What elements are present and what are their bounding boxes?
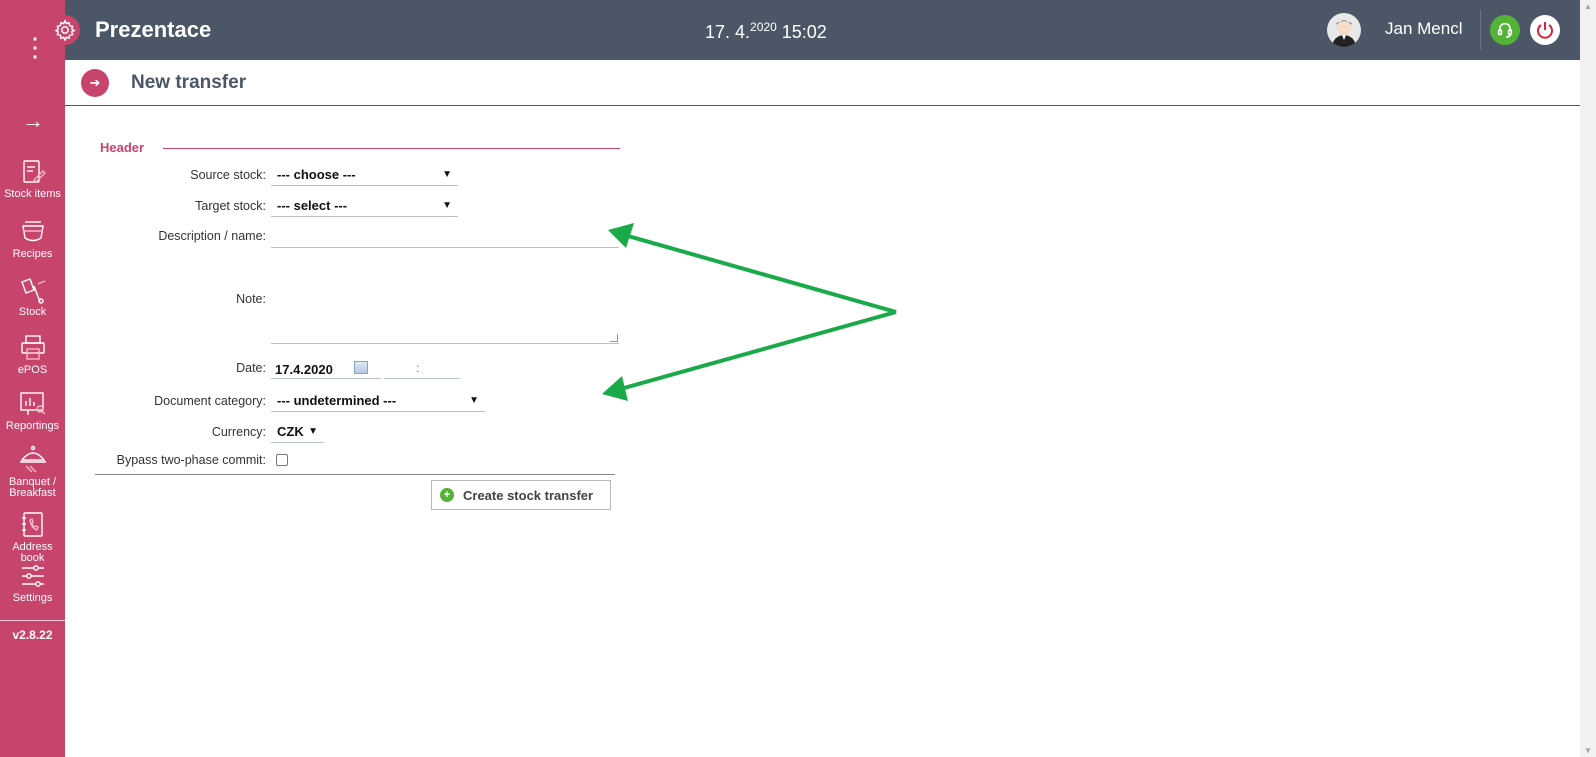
create-stock-transfer-label: Create stock transfer	[463, 487, 594, 503]
sidebar-item-label: Banquet / Breakfast	[8, 476, 57, 499]
annotation-arrows	[602, 223, 897, 401]
version-label: v2.8.22	[12, 628, 53, 642]
sidebar-item-label: Address book	[12, 541, 53, 564]
topbar-divider	[1480, 10, 1481, 50]
recipes-icon	[21, 221, 44, 242]
note-label: Note:	[236, 292, 266, 306]
current-time: 15:02	[781, 22, 827, 42]
sidebar: ⋮ → Stock items Recipes Stock ePOS Repor…	[0, 0, 65, 757]
date-label: Date:	[236, 361, 266, 375]
current-date-day: 17. 4.	[705, 22, 751, 42]
scroll-up-icon[interactable]: ▲	[1584, 2, 1592, 11]
scroll-down-icon[interactable]: ▼	[1584, 746, 1592, 755]
chevron-down-icon: ▼	[308, 426, 318, 437]
sidebar-item-label: Settings	[12, 592, 53, 604]
stock-icon	[20, 278, 45, 304]
current-datetime: 17. 4.2020 15:02	[705, 20, 827, 43]
sidebar-divider	[0, 620, 65, 621]
reportings-icon	[19, 392, 45, 415]
section-title: Header	[100, 140, 145, 155]
chevron-down-icon: ▼	[469, 395, 479, 406]
sidebar-item-label: Stock items	[4, 188, 61, 200]
chevron-down-icon: ▼	[442, 169, 452, 180]
sidebar-item-epos[interactable]: ePOS	[0, 334, 65, 376]
target-stock-value: --- select ---	[277, 198, 348, 213]
create-stock-transfer-button[interactable]: + Create stock transfer	[431, 480, 611, 510]
currency-select[interactable]: CZK ▼	[271, 421, 324, 443]
sidebar-item-recipes[interactable]: Recipes	[0, 218, 65, 260]
target-stock-label: Target stock:	[195, 199, 266, 213]
source-stock-value: --- choose ---	[277, 167, 356, 182]
arrow-right-circle-icon[interactable]: ➔	[81, 69, 109, 97]
source-stock-label: Source stock:	[190, 168, 266, 182]
address-book-icon	[21, 512, 43, 537]
stock-items-icon	[22, 160, 46, 183]
section-divider	[163, 148, 620, 149]
document-category-value: --- undetermined ---	[277, 393, 397, 408]
currency-label: Currency:	[211, 425, 266, 439]
description-input[interactable]	[271, 226, 619, 248]
sidebar-item-address-book[interactable]: Address book	[0, 511, 65, 564]
annotation-arrow-line	[627, 234, 897, 314]
currency-value: CZK	[277, 424, 304, 439]
user-name[interactable]: Jan Mencl	[1385, 19, 1462, 39]
sidebar-item-stock-items[interactable]: Stock items	[0, 158, 65, 200]
page-scrollbar[interactable]: ▲ ▼	[1580, 0, 1596, 757]
support-headset-icon[interactable]	[1490, 15, 1520, 45]
resize-handle-icon[interactable]	[610, 334, 618, 342]
plus-circle-icon: +	[440, 488, 454, 502]
sliders-icon	[21, 565, 44, 587]
current-date-year: 2020	[750, 20, 777, 34]
sidebar-item-stock[interactable]: Stock	[0, 276, 65, 318]
page-header: ➔ New transfer	[65, 60, 1580, 106]
settings-gear-icon[interactable]	[50, 15, 80, 45]
form-divider	[95, 474, 615, 475]
sidebar-item-banquet[interactable]: Banquet / Breakfast	[0, 444, 65, 499]
target-stock-select[interactable]: --- select --- ▼	[271, 195, 458, 217]
new-transfer-form: Header Source stock: --- choose --- ▼ Ta…	[95, 130, 625, 530]
source-stock-select[interactable]: --- choose --- ▼	[271, 164, 458, 186]
time-input[interactable]	[384, 357, 460, 379]
expand-sidebar-icon[interactable]: →	[18, 108, 48, 134]
sidebar-item-label: Reportings	[5, 420, 60, 432]
time-separator: :	[416, 361, 420, 375]
note-textarea[interactable]	[271, 278, 619, 344]
cloche-icon	[19, 445, 46, 473]
chevron-down-icon: ▼	[442, 200, 452, 211]
description-label: Description / name:	[158, 229, 266, 243]
sidebar-item-settings[interactable]: Settings	[0, 562, 65, 604]
bypass-commit-checkbox[interactable]	[276, 454, 288, 466]
sidebar-item-reportings[interactable]: Reportings	[0, 390, 65, 432]
more-menu-icon[interactable]: ⋮	[22, 34, 48, 60]
sidebar-item-label: Recipes	[12, 248, 53, 260]
printer-icon	[20, 335, 45, 360]
date-value: 17.4.2020	[275, 362, 333, 377]
avatar[interactable]	[1327, 13, 1361, 47]
sidebar-item-label: Stock	[18, 306, 47, 318]
app-title: Prezentace	[95, 17, 212, 42]
topbar: Prezentace 17. 4.2020 15:02 Jan Mencl	[50, 0, 1580, 60]
annotation-arrow-line	[623, 310, 897, 390]
page-title: New transfer	[131, 72, 247, 93]
bypass-commit-label: Bypass two-phase commit:	[116, 453, 266, 467]
power-logout-icon[interactable]	[1530, 15, 1560, 45]
calendar-icon[interactable]	[354, 361, 368, 374]
document-category-select[interactable]: --- undetermined --- ▼	[271, 390, 485, 412]
document-category-label: Document category:	[154, 394, 266, 408]
sidebar-item-label: ePOS	[17, 364, 48, 376]
